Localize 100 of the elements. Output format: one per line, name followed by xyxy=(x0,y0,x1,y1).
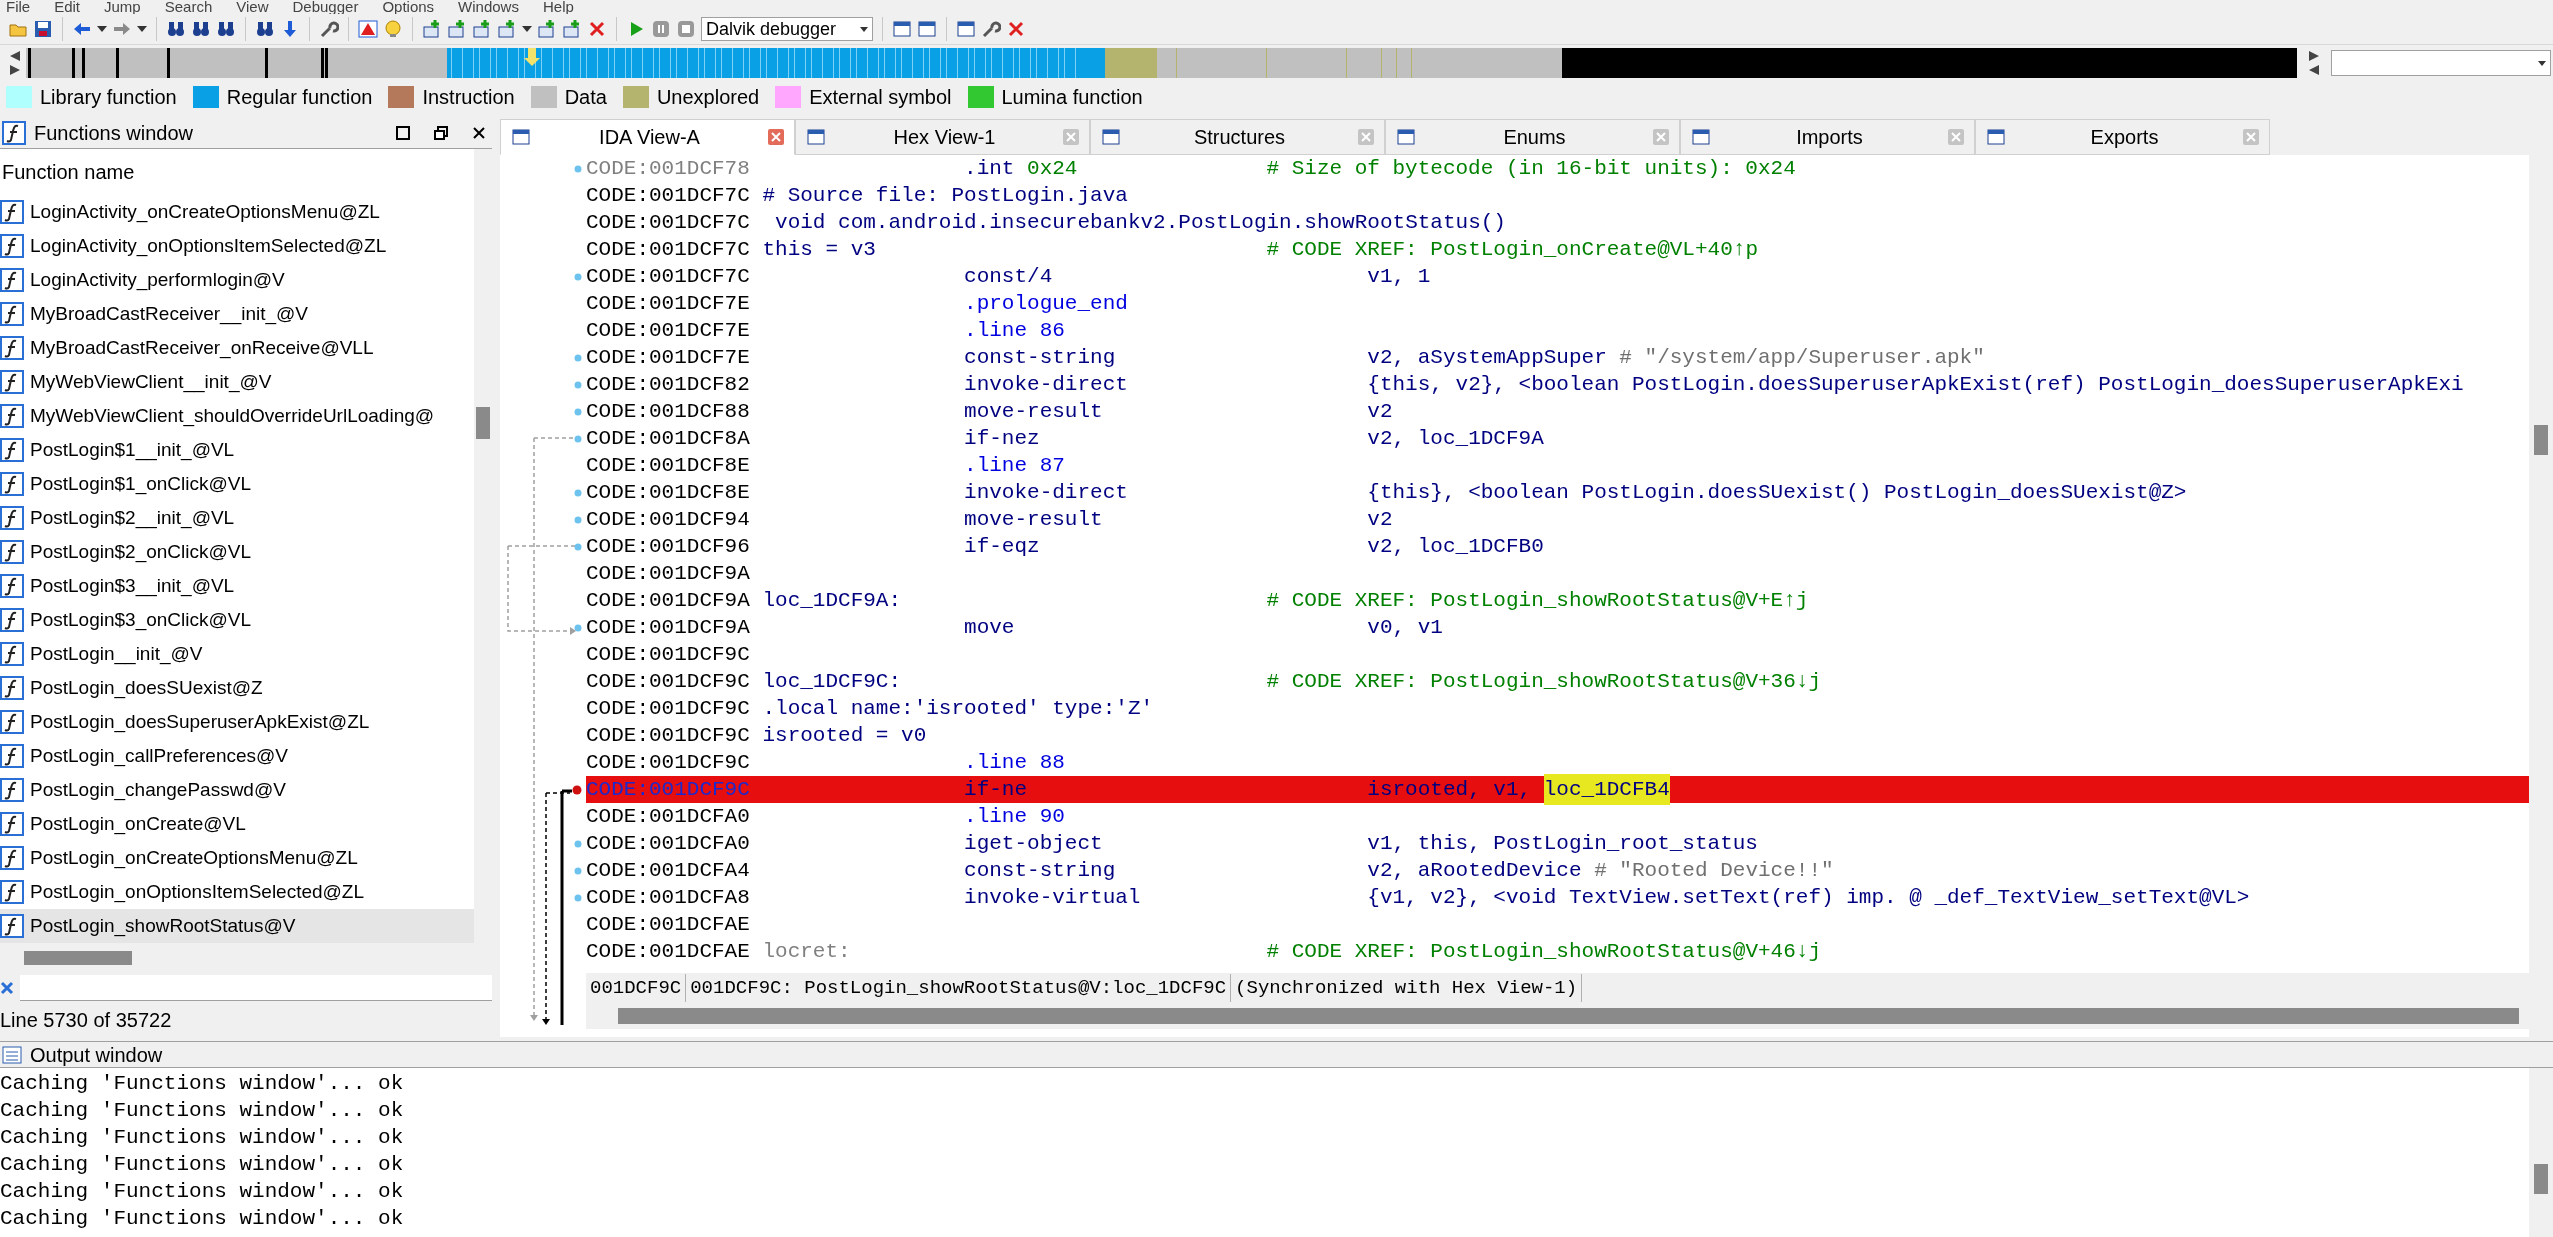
address: CODE:001DCF9C xyxy=(586,722,751,749)
mnemonic: .prologue_end xyxy=(964,290,1128,317)
mnemonic: if-eqz xyxy=(964,533,1041,560)
tab[interactable]: Structures xyxy=(1090,119,1385,155)
add-icon[interactable] xyxy=(472,19,492,39)
address: CODE:001DCF7E xyxy=(586,290,751,317)
maximize-icon[interactable] xyxy=(394,123,412,142)
window-icon[interactable] xyxy=(892,19,912,39)
column-header[interactable]: Function name xyxy=(0,149,474,195)
wrench-icon[interactable] xyxy=(981,19,1001,39)
window-icon xyxy=(1396,127,1416,147)
delete-icon[interactable] xyxy=(1006,19,1026,39)
status-location: 001DCF9C: PostLogin_showRootStatus@V:loc_1DCF9C xyxy=(686,973,1232,1003)
pause-icon[interactable] xyxy=(651,19,671,39)
navigation-band[interactable] xyxy=(26,48,2297,78)
function-icon xyxy=(0,506,24,530)
restore-icon[interactable] xyxy=(432,123,450,142)
address: CODE:001DCF7C xyxy=(586,263,751,290)
status-offset: 001DCF9C xyxy=(586,973,687,1003)
mnemonic: move-result xyxy=(964,398,1104,425)
window-icon[interactable] xyxy=(956,19,976,39)
address: CODE:001DCF7E xyxy=(586,344,751,371)
code-label: # Source file: PostLogin.java xyxy=(762,182,1128,209)
output-line: Caching 'Functions window'... ok xyxy=(0,1125,405,1151)
binoculars-icon[interactable] xyxy=(216,19,236,39)
breakpoint-icon[interactable] xyxy=(572,784,582,795)
delete-icon[interactable] xyxy=(587,19,607,39)
tab[interactable]: Enums xyxy=(1385,119,1680,155)
operands: {v1, v2}, <void TextView.setText(ref) imp. @ _def_TextView_setText@VL> xyxy=(1367,884,2250,911)
address: CODE:001DCF9A xyxy=(586,587,751,614)
add-icon[interactable] xyxy=(447,19,467,39)
function-icon xyxy=(0,404,24,428)
function-icon xyxy=(0,472,24,496)
menu-item[interactable]: Edit xyxy=(54,0,81,14)
filter-field[interactable] xyxy=(20,975,492,1001)
warning-icon[interactable] xyxy=(358,19,378,39)
code-label: this = v3 xyxy=(762,236,877,263)
scrollbar-thumb[interactable] xyxy=(2534,425,2548,455)
tab[interactable]: Imports xyxy=(1680,119,1975,155)
status-sync: (Synchronized with Hex View-1) xyxy=(1231,973,1583,1003)
legend-label: External symbol xyxy=(809,85,952,110)
window-icon[interactable] xyxy=(917,19,937,39)
add-icon[interactable] xyxy=(537,19,557,39)
menu-item[interactable]: View xyxy=(236,0,269,14)
function-icon xyxy=(0,914,24,938)
binoculars-icon[interactable] xyxy=(191,19,211,39)
tab[interactable]: Exports xyxy=(1975,119,2270,155)
function-icon xyxy=(0,438,24,462)
address: CODE:001DCF94 xyxy=(586,506,751,533)
address: CODE:001DCF9C xyxy=(586,641,751,668)
output-line: Caching 'Functions window'... ok xyxy=(0,1206,405,1232)
code-label: isrooted = v0 xyxy=(762,722,927,749)
window-icon xyxy=(1101,127,1121,147)
segment-dropdown[interactable] xyxy=(2331,50,2551,76)
mnemonic: const-string xyxy=(964,344,1117,371)
address: CODE:001DCF9C xyxy=(586,776,751,803)
function-icon xyxy=(0,642,24,666)
scrollbar-thumb[interactable] xyxy=(24,951,132,965)
menu-item[interactable]: File xyxy=(6,0,31,14)
function-icon xyxy=(0,812,24,836)
address: CODE:001DCF9C xyxy=(586,668,751,695)
save-icon[interactable] xyxy=(33,19,53,39)
binoculars-icon[interactable] xyxy=(166,19,186,39)
tab[interactable]: Hex View-1 xyxy=(795,119,1090,155)
address: CODE:001DCF9C xyxy=(586,749,751,776)
address: CODE:001DCFA0 xyxy=(586,803,751,830)
window-icon xyxy=(806,127,826,147)
mnemonic: move-result xyxy=(964,506,1104,533)
address: CODE:001DCF8E xyxy=(586,479,751,506)
scrollbar-thumb[interactable] xyxy=(2534,1164,2548,1194)
scrollbar-thumb[interactable] xyxy=(618,1008,2519,1024)
add-icon[interactable] xyxy=(562,19,582,39)
address: CODE:001DCF8E xyxy=(586,452,751,479)
debugger-dropdown[interactable]: Dalvik debugger xyxy=(701,17,873,41)
operands: v1, this, PostLogin_root_status xyxy=(1367,830,1758,857)
address: CODE:001DCF7E xyxy=(586,317,751,344)
mnemonic: invoke-direct xyxy=(964,479,1129,506)
selected-token[interactable]: loc_1DCFB4 xyxy=(1543,773,1670,806)
caret-icon[interactable] xyxy=(137,26,147,32)
mnemonic: const-string xyxy=(964,857,1117,884)
binoculars-icon[interactable] xyxy=(255,19,275,39)
caret-icon[interactable] xyxy=(522,26,532,32)
function-icon xyxy=(0,268,24,292)
scrollbar-thumb[interactable] xyxy=(476,407,490,439)
function-icon xyxy=(0,676,24,700)
stop-icon[interactable] xyxy=(676,19,696,39)
operands: v2, aRootedDevice xyxy=(1367,857,1582,884)
bulb-icon[interactable] xyxy=(383,19,403,39)
caret-icon[interactable] xyxy=(97,26,107,32)
tab[interactable]: IDA View-A xyxy=(500,119,795,155)
add-icon[interactable] xyxy=(422,19,442,39)
window-icon xyxy=(511,127,531,147)
operands: isrooted, v1, xyxy=(1367,776,1533,803)
wrench-icon[interactable] xyxy=(319,19,339,39)
function-list-item[interactable]: PostLogin_showRootStatus@V xyxy=(0,909,474,943)
code-label: .local name:'isrooted' type:'Z' xyxy=(762,695,1154,722)
code-label: locret: xyxy=(762,938,852,965)
menu-item[interactable]: Windows xyxy=(458,0,519,14)
menu-item[interactable]: Search xyxy=(164,0,213,14)
add-icon[interactable] xyxy=(497,19,517,39)
